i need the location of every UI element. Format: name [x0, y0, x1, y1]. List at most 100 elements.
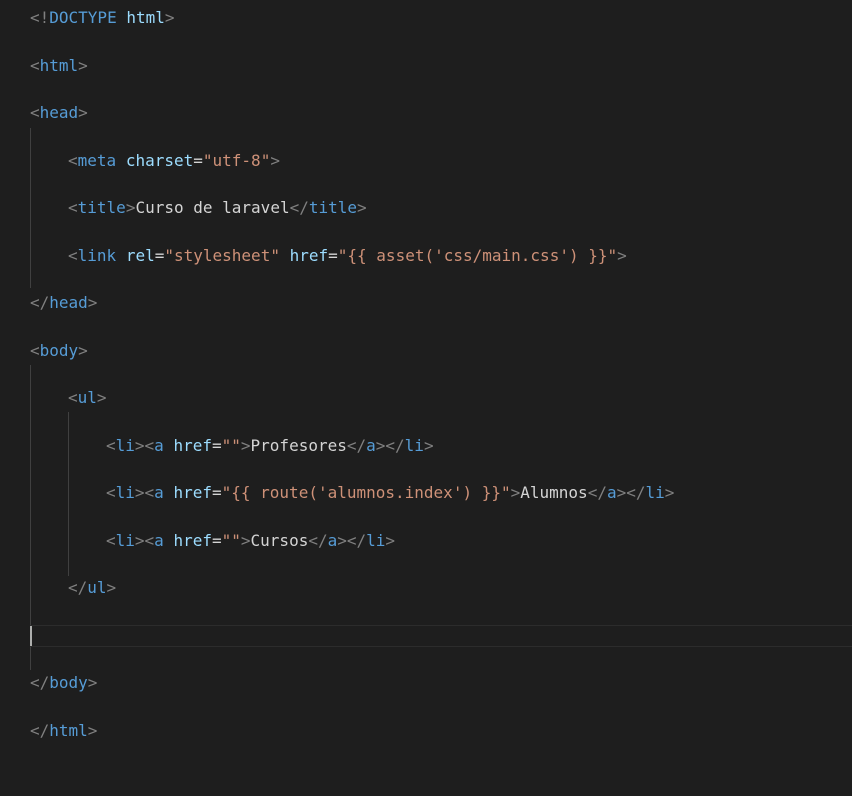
text-cursor	[30, 626, 32, 646]
code-token: </	[587, 483, 607, 502]
code-token: ></	[616, 483, 646, 502]
code-token: <	[30, 103, 40, 122]
code-token: "stylesheet"	[164, 246, 280, 265]
code-token: </	[308, 531, 328, 550]
code-token: body	[49, 673, 88, 692]
code-line[interactable]: <html>	[30, 55, 88, 77]
code-line[interactable]: </body>	[30, 672, 97, 694]
code-token: =	[211, 531, 222, 550]
code-token: =	[193, 151, 203, 170]
code-token: </	[68, 578, 88, 597]
code-token: >	[78, 56, 88, 75]
code-token: a	[327, 531, 338, 550]
code-token: <	[30, 341, 40, 360]
code-editor[interactable]: <!DOCTYPE html> <html> <head> <meta charset…	[0, 0, 852, 796]
code-token: li	[645, 483, 665, 502]
code-line[interactable]: </ul>	[68, 577, 116, 599]
code-token: ><	[134, 436, 155, 455]
code-token: >	[617, 246, 627, 265]
code-token: </	[30, 673, 50, 692]
indent-guide	[68, 412, 69, 576]
code-token: ></	[337, 531, 367, 550]
code-token: <	[68, 151, 78, 170]
code-token: html	[49, 721, 88, 740]
code-token: a	[154, 531, 164, 550]
code-token: ><	[134, 483, 155, 502]
code-token: ul	[87, 578, 107, 597]
code-token: ""	[221, 531, 241, 550]
code-token: >	[87, 721, 98, 740]
code-token: head	[49, 293, 88, 312]
code-token: =	[211, 436, 222, 455]
code-line[interactable]: </html>	[30, 720, 97, 742]
code-token: head	[39, 103, 79, 122]
code-line[interactable]: <ul>	[68, 387, 107, 409]
code-token: >	[87, 673, 98, 692]
code-token: href	[173, 436, 212, 455]
code-token: "{{ asset('css/main.css') }}"	[337, 246, 618, 265]
code-line[interactable]: </head>	[30, 292, 97, 314]
code-token: </	[30, 293, 50, 312]
code-token: charset	[125, 151, 194, 170]
code-token: </	[30, 721, 50, 740]
code-token: >	[164, 8, 175, 27]
code-token: >	[270, 151, 280, 170]
code-token: <	[68, 388, 78, 407]
code-token: >	[240, 531, 251, 550]
code-token: </	[346, 436, 367, 455]
code-line[interactable]: <body>	[30, 340, 88, 362]
code-token: Cursos	[250, 531, 309, 550]
code-token: >	[240, 436, 251, 455]
code-token: title	[77, 198, 126, 217]
code-token: ul	[77, 388, 97, 407]
code-token: body	[39, 341, 79, 360]
code-token: =	[211, 483, 222, 502]
code-line[interactable]: <li><a href="">Cursos</a></li>	[106, 530, 395, 552]
code-line[interactable]: <link rel="stylesheet" href="{{ asset('c…	[68, 245, 627, 267]
code-token: meta	[77, 151, 117, 170]
code-line[interactable]: <head>	[30, 102, 88, 124]
code-token: Alumnos	[520, 483, 588, 502]
code-line[interactable]: <li><a href="">Profesores</a></li>	[106, 435, 434, 457]
code-token: >	[96, 388, 107, 407]
code-token: href	[173, 531, 212, 550]
code-token: >	[87, 293, 98, 312]
code-token: >	[106, 578, 117, 597]
code-token: >	[125, 198, 136, 217]
code-line[interactable]: <meta charset="utf-8">	[68, 150, 280, 172]
code-token: li	[366, 531, 386, 550]
code-token: >	[357, 198, 367, 217]
code-token: li	[115, 531, 135, 550]
code-token: "{{ route('alumnos.index') }}"	[221, 483, 511, 502]
code-token: <	[68, 198, 78, 217]
code-token: <	[30, 56, 40, 75]
code-token: <	[106, 531, 116, 550]
code-token: li	[404, 436, 424, 455]
code-token: "utf-8"	[202, 151, 271, 170]
code-token: >	[78, 341, 88, 360]
code-token: link	[77, 246, 117, 265]
code-token: a	[154, 436, 164, 455]
code-line[interactable]: <!DOCTYPE html>	[30, 7, 175, 29]
code-token: ><	[134, 531, 155, 550]
code-token: a	[606, 483, 617, 502]
code-token: rel	[125, 246, 155, 265]
current-line-highlight	[30, 625, 852, 647]
code-token: ""	[221, 436, 241, 455]
code-token: a	[366, 436, 376, 455]
code-token: a	[154, 483, 164, 502]
code-line[interactable]: <li><a href="{{ route('alumnos.index') }…	[106, 482, 674, 504]
code-token: DOCTYPE	[49, 8, 117, 27]
code-token: Profesores	[250, 436, 347, 455]
code-token: >	[423, 436, 434, 455]
code-token: li	[115, 483, 135, 502]
code-line[interactable]: <title>Curso de laravel</title>	[68, 197, 367, 219]
code-token: =	[154, 246, 165, 265]
